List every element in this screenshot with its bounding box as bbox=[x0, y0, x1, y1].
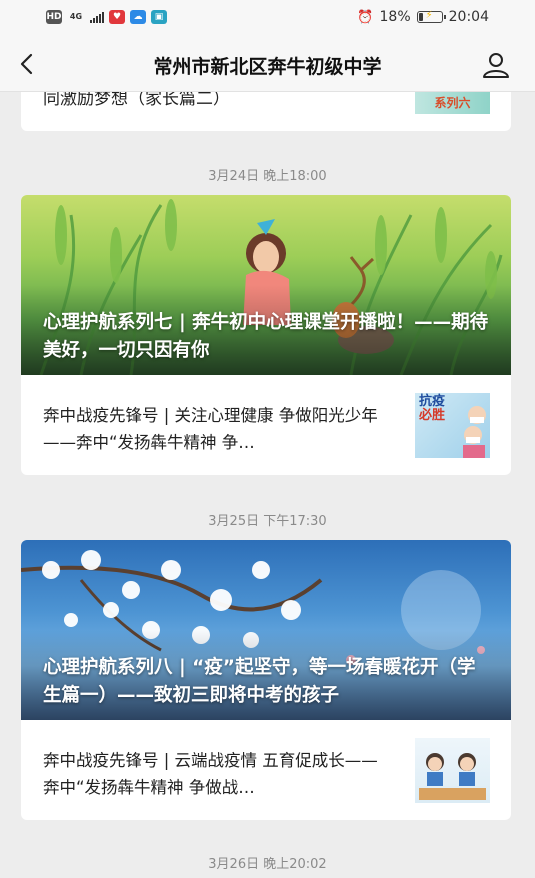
masked-people-illustration bbox=[463, 406, 486, 458]
battery-fill bbox=[418, 13, 423, 21]
cloud-icon: ☁ bbox=[130, 10, 146, 24]
network-4g-icon: 4G bbox=[69, 12, 83, 21]
hero-headline: 心理护航系列七 | 奔牛初中心理课堂开播啦！——期待美好，一切只因有你 bbox=[43, 312, 489, 361]
battery-percent: 18% bbox=[379, 9, 411, 25]
article-group-card: 心理护航系列八 | “疫”起坚守，等一场春暖花开（学生篇一）——致初三即将中考的… bbox=[21, 540, 511, 820]
charging-bolt-icon: ⚡ bbox=[425, 10, 433, 21]
message-timestamp: 3月24日 晚上18:00 bbox=[208, 169, 327, 184]
status-left-icons: HD 4G ♥ ☁ ▣ bbox=[46, 10, 167, 24]
article-title: 奔中战疫先锋号 | 云端战疫情 五育促成长——奔中“发扬犇牛精神 争做战… bbox=[43, 751, 378, 797]
message-timestamp: 3月25日 下午17:30 bbox=[208, 514, 327, 529]
battery-tip bbox=[443, 15, 446, 19]
partial-article-card[interactable]: 同激励梦想（家长篇二） 系列六 bbox=[21, 92, 511, 131]
clock: 20:04 bbox=[448, 9, 489, 25]
partial-article-thumbnail: 系列六 bbox=[415, 92, 490, 114]
article-title: 奔中战疫先锋号 | 关注心理健康 争做阳光少年——奔中“发扬犇牛精神 争… bbox=[43, 406, 378, 452]
message-timestamp: 3月26日 晚上20:02 bbox=[208, 857, 327, 872]
status-right: ⏰ 18% ⚡ 20:04 bbox=[357, 9, 489, 25]
article-thumbnail-anti-epidemic: 抗疫 必胜 bbox=[415, 393, 490, 458]
article-group-card: 心理护航系列七 | 奔牛初中心理课堂开播啦！——期待美好，一切只因有你 奔中战疫… bbox=[21, 195, 511, 475]
hd-icon: HD bbox=[46, 10, 62, 24]
students-illustration bbox=[419, 753, 486, 800]
partial-article-title: 同激励梦想（家长篇二） bbox=[43, 92, 230, 109]
article-row[interactable]: 奔中战疫先锋号 | 关注心理健康 争做阳光少年——奔中“发扬犇牛精神 争… 抗疫… bbox=[21, 375, 511, 475]
signal-icon bbox=[90, 11, 104, 23]
chevron-left-icon[interactable] bbox=[14, 50, 42, 78]
user-icon[interactable] bbox=[481, 50, 511, 80]
battery-icon: ⚡ bbox=[416, 10, 446, 23]
article-row[interactable]: 奔中战疫先锋号 | 云端战疫情 五育促成长——奔中“发扬犇牛精神 争做战… bbox=[21, 720, 511, 820]
alarm-icon: ⏰ bbox=[357, 9, 374, 25]
hero-headline: 心理护航系列八 | “疫”起坚守，等一场春暖花开（学生篇一）——致初三即将中考的… bbox=[43, 657, 476, 706]
navbar: 常州市新北区奔牛初级中学 bbox=[0, 36, 535, 92]
hero-article[interactable]: 心理护航系列七 | 奔牛初中心理课堂开播啦！——期待美好，一切只因有你 bbox=[21, 195, 511, 375]
app-notification-icon: ♥ bbox=[109, 10, 125, 24]
article-thumbnail-cloud-learning bbox=[415, 738, 490, 803]
hero-article[interactable]: 心理护航系列八 | “疫”起坚守，等一场春暖花开（学生篇一）——致初三即将中考的… bbox=[21, 540, 511, 720]
page-title: 常州市新北区奔牛初级中学 bbox=[153, 56, 382, 78]
status-bar: HD 4G ♥ ☁ ▣ ⏰ 18% ⚡ 20:04 bbox=[0, 0, 535, 36]
app-notification-icon-2: ▣ bbox=[151, 10, 167, 24]
